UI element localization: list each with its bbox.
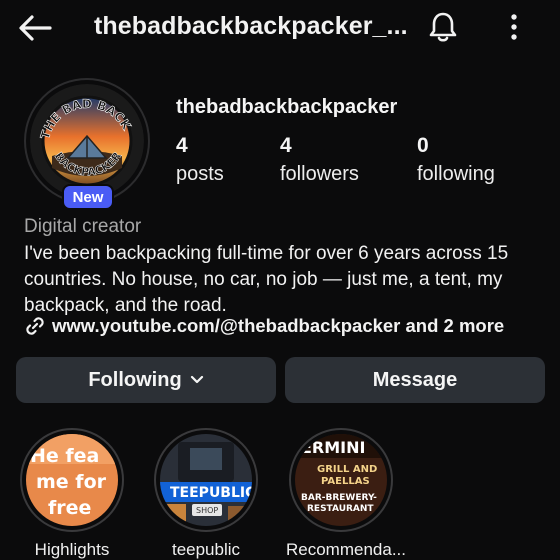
highlight-label: teepublic [171,540,241,559]
back-button[interactable] [14,8,56,48]
stat-following[interactable]: 0 following [417,134,495,188]
message-button[interactable]: Message [285,357,545,403]
following-button-label: Following [88,368,182,391]
profile-bio: I've been backpacking full-time for over… [24,243,509,316]
profile-link[interactable]: www.youtube.com/@thebadbackpacker and 2 … [24,315,504,337]
more-vertical-icon [511,14,517,40]
highlight-cover: ERMINI GRILL AND PAELLAS BAR-BREWERY- RE… [295,434,387,526]
highlight-cover-text: SHOP [196,506,218,515]
highlight-cover-text: BAR-BREWERY- [301,493,377,503]
highlight-cover-text: PAELLAS [321,476,370,487]
following-count: 0 [417,134,429,157]
highlight-label: Highlights [34,540,110,559]
posts-count: 4 [176,134,188,157]
bell-icon [429,12,457,42]
highlight-cover-text: ERMINI [301,438,365,457]
stat-posts[interactable]: 4 posts [176,134,224,188]
following-button[interactable]: Following [16,357,276,403]
highlight-cover-text: GRILL AND [317,464,377,475]
profile-username: thebadbackbackpacker [176,96,398,118]
highlight-cover-text: RESTAURANT [307,504,374,514]
highlight-ring: ERMINI GRILL AND PAELLAS BAR-BREWERY- RE… [289,428,393,532]
highlight-item[interactable]: ERMINI GRILL AND PAELLAS BAR-BREWERY- RE… [286,428,406,560]
highlight-cover-text: me for [36,471,107,493]
more-options-button[interactable] [494,6,534,48]
highlight-item[interactable]: TEEPUBLIC SHOP teepublic [151,428,261,560]
arrow-left-icon [19,15,52,41]
highlight-cover: He fea me for free [26,434,118,526]
message-button-label: Message [372,368,458,391]
highlight-cover: TEEPUBLIC SHOP [160,434,252,526]
highlight-cover-text: free [48,497,91,519]
notifications-button[interactable] [422,6,464,48]
link-icon [26,317,44,335]
highlight-ring: He fea me for free [20,428,124,532]
highlight-item[interactable]: He fea me for free Highlights [17,428,127,560]
avatar-image: THE BAD BACK BACKPACKER [30,84,144,198]
stat-followers[interactable]: 4 followers [280,134,359,188]
highlight-cover-text: He fea [30,445,99,467]
chevron-down-icon [190,375,204,385]
followers-label: followers [280,163,359,185]
highlight-label: Recommenda... [286,540,406,559]
page-title: thebadbackbackpacker_... [94,12,408,40]
highlight-ring: TEEPUBLIC SHOP [154,428,258,532]
profile-link-text[interactable]: www.youtube.com/@thebadbackpacker and 2 … [52,315,504,337]
posts-label: posts [176,163,224,185]
new-badge: New [62,184,114,210]
top-bar: thebadbackbackpacker_... [0,0,560,56]
profile-category: Digital creator [24,216,142,237]
following-label: following [417,163,495,185]
followers-count: 4 [280,134,292,157]
highlight-cover-text: TEEPUBLIC [170,485,252,501]
